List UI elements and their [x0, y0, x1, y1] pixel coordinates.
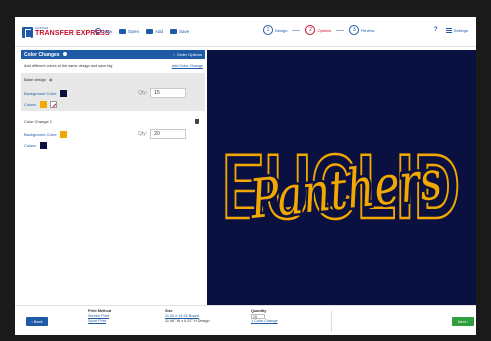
cc-bg-swatch[interactable] — [60, 131, 68, 138]
base-bg-swatch[interactable] — [60, 90, 68, 97]
open-button[interactable]: Open — [119, 28, 139, 34]
step-options[interactable]: 2 Options — [305, 25, 331, 35]
color-change-count-link[interactable]: 1 Color Change — [251, 319, 278, 324]
top-bar: CUSTOM TRANSFER EXPRESS New Open Add Sav… — [15, 17, 476, 47]
logo-icon — [22, 26, 33, 38]
settings-button[interactable]: Settings — [445, 27, 468, 33]
color-change-card: Color Change 1 Background Color: Colors:… — [21, 111, 205, 153]
file-toolbar: New Open Add Save — [95, 28, 189, 34]
info-icon[interactable] — [62, 52, 67, 57]
design-size-text: 11.96" W x 6.37" H Design — [165, 319, 210, 324]
size-section: Size 11.20 x 14.92 Board 11.96" W x 6.37… — [165, 309, 210, 324]
save-icon — [170, 28, 178, 34]
design-canvas[interactable]: EUCLID Panthers — [207, 50, 476, 305]
back-button[interactable]: ‹ Back — [26, 317, 48, 326]
refresh-icon — [95, 28, 101, 34]
order-options-link[interactable]: ‹ Order Options — [173, 52, 202, 57]
quantity-section: Quantity 15 1 Color Change — [251, 309, 278, 324]
base-design-title: Base design — [24, 77, 47, 82]
next-button[interactable]: Next › — [452, 317, 474, 326]
panel-subtitle: Add different colors of the same design … — [24, 64, 113, 68]
cc-color-swatch[interactable] — [39, 142, 47, 149]
design-artwork: EUCLID Panthers — [221, 135, 462, 240]
print-method-section: Print Method Screen Print Sport Print — [88, 309, 112, 324]
cc-colors-label: Colors: — [24, 143, 37, 148]
step-design[interactable]: 1 Design — [263, 25, 287, 35]
step-progress: 1 Design 2 Options 3 Review — [263, 25, 374, 35]
menu-icon — [445, 27, 452, 33]
color-changes-panel: Color Changes ‹ Order Options Add differ… — [21, 50, 205, 305]
cc-qty-label: Qty: — [138, 131, 148, 137]
base-qty-label: Qty: — [138, 90, 148, 96]
no-color-swatch-icon[interactable] — [49, 101, 57, 108]
step-review[interactable]: 3 Review — [349, 25, 374, 35]
app-window: CUSTOM TRANSFER EXPRESS New Open Add Sav… — [15, 17, 476, 335]
base-design-card: Base design ◉ Background Color: Colors: … — [21, 73, 205, 111]
folder-icon — [119, 28, 127, 34]
sport-print-link[interactable]: Sport Print — [88, 319, 111, 324]
add-button[interactable]: Add — [146, 28, 163, 34]
footer-bar: ‹ Back Print Method Screen Print Sport P… — [15, 305, 476, 335]
base-colors-label: Colors: — [24, 102, 37, 107]
eye-icon[interactable]: ◉ — [49, 77, 53, 82]
save-button[interactable]: Save — [170, 28, 189, 34]
base-color-swatch[interactable] — [39, 101, 47, 108]
folder-add-icon — [146, 28, 154, 34]
color-change-title: Color Change 1 — [24, 119, 53, 124]
cc-bg-label: Background Color: — [24, 132, 58, 137]
add-color-change-link[interactable]: Add Color Change — [172, 64, 203, 68]
help-button[interactable]: ? — [434, 27, 438, 33]
trash-icon[interactable] — [195, 119, 199, 124]
base-qty-input[interactable]: 15 — [150, 88, 187, 98]
base-bg-label: Background Color: — [24, 91, 58, 96]
new-button[interactable]: New — [95, 28, 112, 34]
panel-title: Color Changes — [24, 51, 60, 58]
cc-qty-input[interactable]: 20 — [150, 129, 187, 139]
panel-header: Color Changes ‹ Order Options — [21, 50, 205, 59]
